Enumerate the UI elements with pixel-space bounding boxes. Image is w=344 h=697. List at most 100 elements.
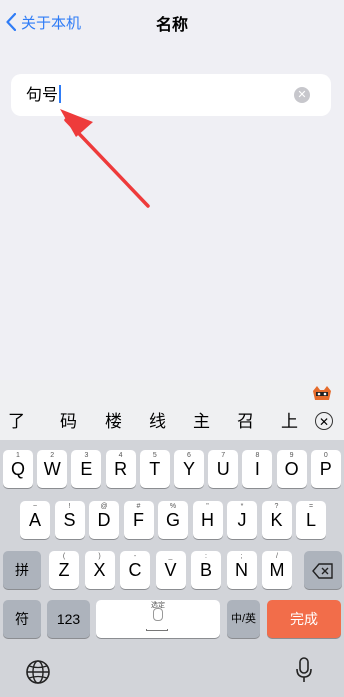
symbols-key[interactable]: 符 (3, 600, 41, 638)
key-u[interactable]: 7U (208, 450, 239, 488)
candidate-word[interactable]: 码 (60, 410, 77, 434)
key-f[interactable]: # F (123, 501, 154, 539)
key-secondary-label: * (240, 503, 244, 510)
key-label: V (164, 560, 177, 580)
candidate-list: 了码楼线主召上 (0, 404, 344, 440)
key-b[interactable]: :B (191, 551, 221, 589)
microphone-icon[interactable] (294, 656, 314, 686)
key-a[interactable]: ~ A (20, 501, 50, 539)
candidate-word[interactable]: 上 (281, 410, 298, 434)
key-x[interactable]: ) X (84, 551, 115, 589)
candidate-word[interactable]: 楼 (105, 410, 122, 434)
key-n[interactable]: ; N (226, 551, 257, 589)
key-secondary-label: 7 (221, 452, 226, 459)
key-secondary-label: ~ (32, 503, 38, 510)
space-bar-icon (146, 629, 168, 631)
key-e[interactable]: 3E (71, 450, 102, 488)
candidate-word[interactable]: 了 (8, 410, 25, 434)
key-z[interactable]: (Z (49, 551, 79, 589)
key-label: B (199, 560, 212, 580)
key-t[interactable]: 5T (139, 450, 170, 488)
key-v[interactable]: _ V (155, 551, 186, 589)
key-i[interactable]: 8I (242, 450, 273, 488)
key-label: X (93, 560, 106, 580)
key-secondary-label: ! (68, 503, 71, 510)
key-secondary-label: ( (62, 553, 66, 560)
done-key[interactable]: 完成 (267, 600, 341, 638)
key-secondary-label: _ (168, 553, 173, 560)
key-y[interactable]: 6Y (174, 450, 204, 488)
chinese-english-toggle-key[interactable]: 中/英 (227, 600, 260, 638)
delete-key[interactable] (304, 551, 342, 589)
key-d[interactable]: @ D (89, 501, 119, 539)
key-label: C (128, 560, 142, 580)
key-secondary-label: : (205, 553, 207, 560)
key-secondary-label: 5 (152, 452, 157, 459)
text-cursor (59, 85, 62, 103)
name-field-value: 句号 (26, 85, 59, 104)
globe-icon[interactable] (24, 658, 52, 686)
key-g[interactable]: % G (158, 501, 188, 539)
key-label: O (284, 459, 299, 479)
key-secondary-label: 2 (50, 452, 55, 459)
clear-text-button[interactable]: ✕ (294, 87, 310, 103)
key-l[interactable]: = L (296, 501, 326, 539)
key-label: D (97, 510, 111, 530)
key-secondary-label: # (136, 503, 141, 510)
key-label: 完成 (290, 611, 318, 627)
key-label: E (80, 459, 93, 479)
pinyin-shift-key[interactable]: 拼 (3, 551, 41, 589)
key-c[interactable]: -C (120, 551, 150, 589)
key-secondary-label: - (133, 553, 137, 560)
name-field-value-wrap: 句号 (26, 85, 62, 105)
key-label: Q (10, 459, 25, 479)
key-o[interactable]: 9O (276, 450, 307, 488)
keyboard: 了码楼线主召上 ✕ 1 Q 2 W 3 E 4 R 5 T 6 Y 7 U 8 I 9 O 0 P ~ A! S @ D # F% G… (0, 380, 344, 697)
candidate-bar: 了 码 楼 线 主 召 上 ✕ (0, 380, 344, 440)
candidate-word[interactable]: 主 (193, 410, 210, 434)
key-label: F (133, 510, 144, 530)
key-secondary-label: 4 (118, 452, 123, 459)
key-label: J (237, 510, 247, 530)
candidate-word[interactable]: 召 (237, 410, 254, 434)
key-secondary-label: ? (274, 503, 279, 510)
key-h[interactable]: " H (192, 501, 223, 539)
key-label: S (63, 510, 76, 530)
key-label: H (201, 510, 214, 530)
candidate-word[interactable]: 线 (149, 410, 166, 434)
key-r[interactable]: 4R (105, 450, 136, 488)
close-icon: ✕ (297, 88, 307, 101)
navigation-bar: 关于本机 名称 (0, 0, 344, 44)
key-s[interactable]: ! S (54, 501, 85, 539)
key-label: W (43, 459, 61, 479)
page-title: 名称 (155, 15, 188, 34)
key-secondary-label: / (276, 553, 278, 560)
key-q[interactable]: 1Q (3, 450, 33, 488)
key-secondary-label: ; (240, 553, 243, 560)
key-label: N (235, 560, 248, 580)
key-secondary-label: 6 (187, 452, 191, 459)
key-label: T (149, 459, 161, 479)
key-m[interactable]: / M (262, 551, 292, 589)
key-label: 123 (56, 611, 81, 627)
key-k[interactable]: ? K (261, 501, 292, 539)
space-key[interactable]: 选定 (96, 600, 220, 638)
key-label: M (269, 560, 285, 580)
collapse-candidates-button[interactable]: ✕ (315, 412, 333, 430)
name-field[interactable]: 句号 ✕ (11, 74, 331, 116)
key-secondary-label: 0 (323, 452, 328, 459)
close-icon: ✕ (318, 415, 330, 429)
key-label: 符 (15, 611, 29, 627)
key-secondary-label: ) (98, 553, 101, 560)
key-secondary-label: 3 (84, 452, 89, 459)
key-p[interactable]: 0P (310, 450, 341, 488)
key-w[interactable]: 2W (37, 450, 68, 488)
key-label: U (216, 459, 230, 479)
key-label: R (114, 459, 128, 479)
key-label: L (305, 510, 316, 530)
key-j[interactable]: * J (227, 501, 257, 539)
sogou-fox-icon[interactable] (311, 385, 333, 403)
key-label: Y (182, 459, 195, 479)
numbers-key[interactable]: 123 (47, 600, 90, 638)
key-label: Z (58, 560, 70, 580)
